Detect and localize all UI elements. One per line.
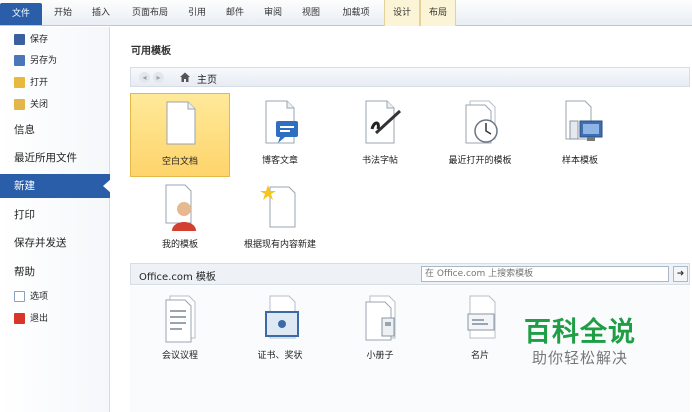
template-label: 证书、奖状 bbox=[257, 351, 303, 361]
template-label: 博客文章 bbox=[261, 156, 298, 166]
template-label: 最近打开的模板 bbox=[448, 156, 512, 166]
menu-new[interactable]: 新建 bbox=[0, 174, 111, 198]
tab-review[interactable]: 审阅 bbox=[258, 0, 288, 26]
tab-page-layout[interactable]: 页面布局 bbox=[126, 0, 174, 26]
options-icon bbox=[14, 291, 25, 302]
blank-document-icon bbox=[166, 101, 196, 145]
blog-post-icon bbox=[265, 100, 298, 144]
template-label: 空白文档 bbox=[161, 157, 198, 167]
my-templates-icon bbox=[165, 184, 196, 231]
office-templates-title: Office.com 模板 bbox=[139, 272, 216, 283]
template-calligraphy[interactable]: 书法字帖 bbox=[330, 93, 430, 177]
menu-print[interactable]: 打印 bbox=[0, 203, 110, 227]
tab-addins[interactable]: 加载项 bbox=[336, 0, 376, 26]
home-icon[interactable] bbox=[179, 71, 191, 83]
menu-save-send[interactable]: 保存并发送 bbox=[0, 231, 110, 255]
back-arrow-icon[interactable]: ◂ bbox=[139, 72, 150, 83]
tab-references[interactable]: 引用 bbox=[182, 0, 212, 26]
office-template-business-card[interactable]: 名片 bbox=[430, 288, 530, 372]
menu-options[interactable]: 选项 bbox=[14, 288, 48, 306]
recent-templates-icon bbox=[465, 100, 498, 144]
menu-exit-label: 退出 bbox=[30, 314, 49, 324]
menu-exit[interactable]: 退出 bbox=[14, 310, 48, 328]
template-label: 小册子 bbox=[366, 351, 394, 361]
menu-open-label: 打开 bbox=[30, 78, 49, 88]
template-label: 我的模板 bbox=[161, 240, 198, 250]
watermark-title: 百科全说 bbox=[524, 317, 636, 348]
new-from-existing-icon bbox=[260, 185, 296, 228]
menu-save[interactable]: 保存 bbox=[14, 31, 48, 49]
menu-info[interactable]: 信息 bbox=[0, 118, 110, 142]
template-blank-document[interactable]: 空白文档 bbox=[130, 93, 230, 177]
menu-options-label: 选项 bbox=[30, 292, 49, 302]
template-label: 名片 bbox=[470, 351, 489, 361]
agenda-icon bbox=[165, 295, 196, 343]
exit-icon bbox=[14, 313, 25, 324]
office-template-search-input[interactable] bbox=[421, 266, 669, 282]
watermark: 百科全说 助你轻松解决 bbox=[516, 318, 644, 368]
tab-file[interactable]: 文件 bbox=[0, 3, 42, 25]
menu-help[interactable]: 帮助 bbox=[0, 260, 110, 284]
tab-home[interactable]: 开始 bbox=[48, 0, 78, 26]
home-breadcrumb[interactable]: 主页 bbox=[197, 71, 217, 86]
business-card-icon bbox=[467, 295, 496, 339]
office-templates-bar: Office.com 模板 ➜ bbox=[130, 263, 690, 285]
menu-save-label: 保存 bbox=[30, 35, 49, 45]
template-label: 会议议程 bbox=[161, 351, 198, 361]
menu-open[interactable]: 打开 bbox=[14, 74, 48, 92]
calligraphy-icon bbox=[365, 100, 402, 144]
template-recent[interactable]: 最近打开的模板 bbox=[430, 93, 530, 177]
template-label: 书法字帖 bbox=[361, 156, 398, 166]
tab-design[interactable]: 设计 bbox=[384, 0, 420, 26]
certificate-icon bbox=[265, 295, 299, 339]
save-icon bbox=[14, 34, 25, 45]
tab-layout[interactable]: 布局 bbox=[420, 0, 456, 26]
open-folder-icon bbox=[14, 77, 25, 88]
menu-close[interactable]: 关闭 bbox=[14, 96, 48, 114]
backstage-menu: 保存 另存为 打开 关闭 信息 最近所用文件 新建 打印 保存并发送 帮助 选项… bbox=[0, 27, 111, 412]
template-navigation-bar: ◂ ▸ 主页 bbox=[130, 67, 690, 87]
office-template-certificate[interactable]: 证书、奖状 bbox=[230, 288, 330, 372]
template-blog-post[interactable]: 博客文章 bbox=[230, 93, 330, 177]
template-samples[interactable]: 样本模板 bbox=[530, 93, 630, 177]
template-new-from-existing[interactable]: 根据现有内容新建 bbox=[230, 177, 330, 261]
menu-recent[interactable]: 最近所用文件 bbox=[0, 146, 110, 170]
tab-mailings[interactable]: 邮件 bbox=[220, 0, 250, 26]
office-template-agenda[interactable]: 会议议程 bbox=[130, 288, 230, 372]
menu-save-as[interactable]: 另存为 bbox=[14, 52, 57, 70]
menu-close-label: 关闭 bbox=[30, 100, 49, 110]
tab-view[interactable]: 视图 bbox=[296, 0, 326, 26]
save-as-icon bbox=[14, 55, 25, 66]
ribbon-tab-bar: 文件 开始 插入 页面布局 引用 邮件 审阅 视图 加载项 设计 布局 bbox=[0, 0, 692, 26]
search-go-button[interactable]: ➜ bbox=[673, 266, 688, 282]
office-template-brochure[interactable]: 小册子 bbox=[330, 288, 430, 372]
template-my-templates[interactable]: 我的模板 bbox=[130, 177, 230, 261]
template-label: 根据现有内容新建 bbox=[243, 240, 316, 250]
watermark-subtitle: 助你轻松解决 bbox=[531, 349, 628, 367]
forward-arrow-icon[interactable]: ▸ bbox=[153, 72, 164, 83]
brochure-icon bbox=[365, 295, 396, 341]
tab-insert[interactable]: 插入 bbox=[86, 0, 116, 26]
sample-templates-icon bbox=[565, 100, 603, 141]
template-label: 样本模板 bbox=[561, 156, 598, 166]
close-folder-icon bbox=[14, 99, 25, 110]
menu-save-as-label: 另存为 bbox=[30, 56, 58, 66]
available-templates-title: 可用模板 bbox=[131, 46, 171, 57]
